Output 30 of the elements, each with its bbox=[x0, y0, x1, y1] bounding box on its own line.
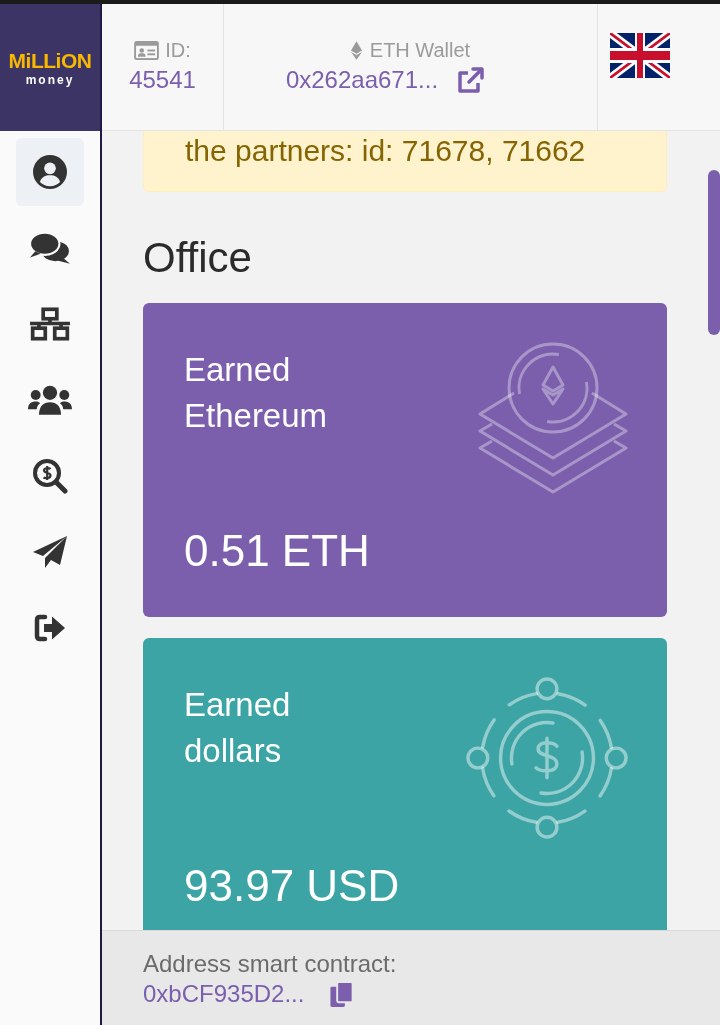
logo-wordmark: MiLLiON bbox=[8, 48, 92, 73]
wallet-label: ETH Wallet bbox=[369, 38, 471, 63]
card-value: 0.51 ETH bbox=[184, 525, 370, 577]
card-label: Earned dollars bbox=[184, 685, 292, 771]
contract-address-link[interactable]: 0xbCF935D2... bbox=[143, 979, 305, 1009]
users-icon bbox=[28, 384, 72, 416]
coin-stack-icon bbox=[478, 340, 628, 495]
card-value: 93.97 USD bbox=[184, 860, 400, 912]
alert-text: the partners: id: 71678, 71662 bbox=[185, 133, 587, 169]
user-circle-icon bbox=[33, 155, 67, 189]
sign-out-icon bbox=[33, 613, 67, 643]
ethereum-icon bbox=[350, 40, 362, 60]
paper-plane-icon bbox=[32, 535, 68, 569]
uk-flag-icon[interactable] bbox=[610, 33, 670, 78]
dollar-coin-icon bbox=[466, 677, 628, 839]
sitemap-icon bbox=[29, 307, 71, 341]
contract-label: Address smart contract: bbox=[143, 949, 398, 979]
wallet-address-link[interactable]: 0x262aa671... bbox=[285, 64, 439, 96]
search-dollar-icon bbox=[32, 458, 68, 494]
id-card-icon bbox=[134, 40, 160, 60]
chat-bubbles-icon bbox=[29, 231, 71, 265]
user-id: 45541 bbox=[129, 65, 196, 95]
copy-icon[interactable] bbox=[330, 980, 355, 1008]
id-label: ID: bbox=[165, 38, 191, 63]
logo-subtitle: money bbox=[25, 72, 75, 87]
card-label: Earned Ethereum bbox=[184, 350, 329, 436]
section-heading: Office bbox=[143, 233, 253, 283]
external-link-icon[interactable] bbox=[457, 66, 486, 94]
sidebar-item[interactable] bbox=[16, 138, 84, 206]
scrollbar-thumb[interactable] bbox=[708, 170, 720, 335]
